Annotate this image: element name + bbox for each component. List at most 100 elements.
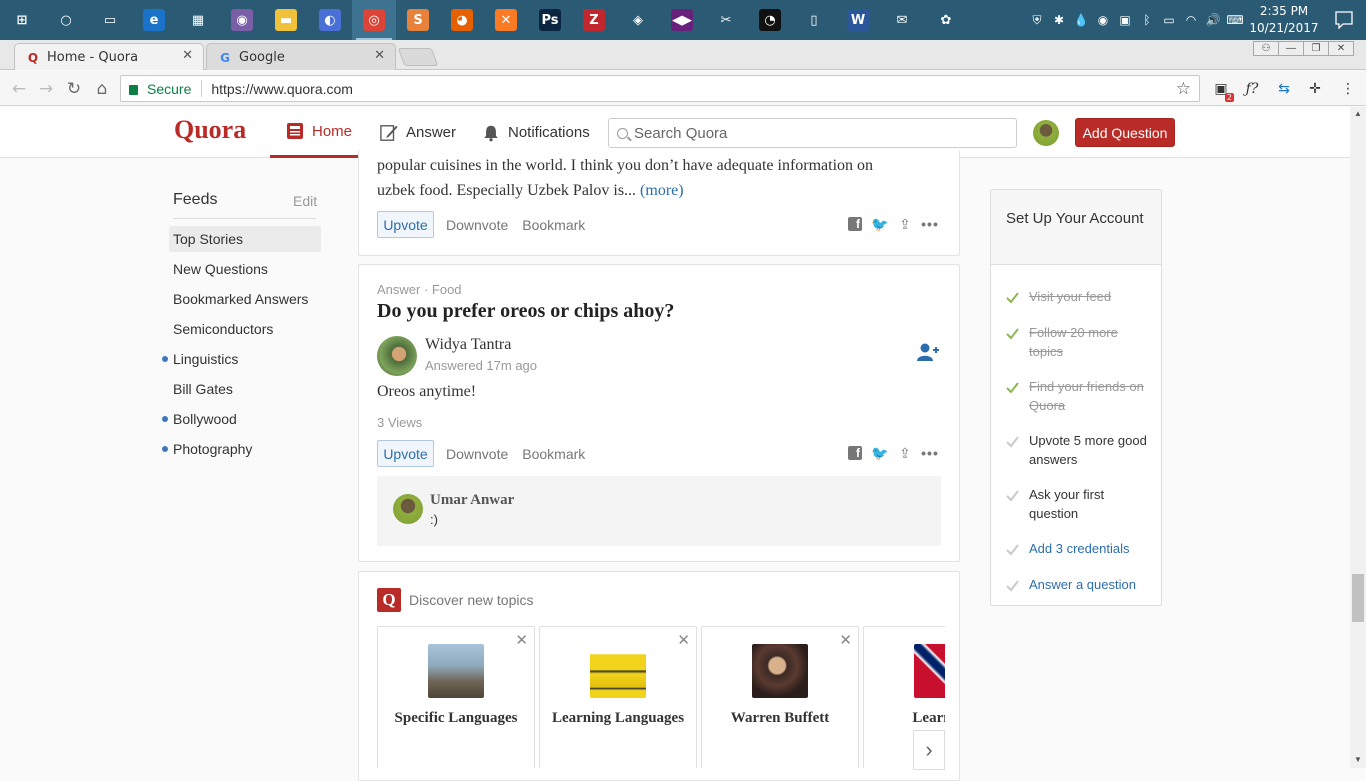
profile-icon[interactable]: ⚇ <box>1253 41 1279 56</box>
bookmark-button[interactable]: Bookmark <box>522 217 585 233</box>
tor-tray-icon[interactable]: ◉ <box>1092 0 1114 40</box>
add-question-button[interactable]: Add Question <box>1075 118 1175 147</box>
sidebar-feed-item[interactable]: Photography <box>162 436 321 462</box>
chrome-icon[interactable]: ◎ <box>352 0 396 40</box>
sidebar-feed-item[interactable]: Bollywood <box>162 406 321 432</box>
topic-card[interactable]: ✕ Warren Buffett <box>701 626 859 768</box>
move-extension-icon[interactable]: ✛ <box>1305 79 1325 99</box>
facebook-share-icon[interactable]: f <box>846 215 864 233</box>
secure-indicator[interactable]: Secure <box>121 80 203 97</box>
bookmark-button[interactable]: Bookmark <box>522 446 585 462</box>
layers-icon[interactable]: ◈ <box>616 0 660 40</box>
sidebar-feed-item[interactable]: Bill Gates <box>169 376 321 402</box>
sidebar-feed-item[interactable]: Bookmarked Answers <box>169 286 321 312</box>
setup-task-label[interactable]: Answer a question <box>1029 575 1154 594</box>
sidebar-feed-item[interactable]: Semiconductors <box>169 316 321 342</box>
system-clock[interactable]: 2:35 PM 10/21/2017 <box>1246 3 1322 37</box>
nav-home[interactable]: Home <box>270 107 363 158</box>
word-icon[interactable]: W <box>836 0 880 40</box>
upvote-button[interactable]: Upvote <box>377 440 434 467</box>
action-center-icon[interactable] <box>1322 0 1366 40</box>
xampp-icon[interactable]: ✕ <box>484 0 528 40</box>
speedometer-icon[interactable]: ◔ <box>748 0 792 40</box>
upvote-button[interactable]: Upvote <box>377 211 434 238</box>
scrollbar-thumb[interactable] <box>1352 574 1364 622</box>
tab-google[interactable]: G Google ✕ <box>206 43 396 70</box>
answer-timestamp[interactable]: Answered 17m ago <box>425 358 537 373</box>
bluetooth-tray-icon[interactable]: ᛒ <box>1136 0 1158 40</box>
reload-icon[interactable]: ↻ <box>63 78 85 100</box>
home-icon[interactable]: ⌂ <box>91 78 113 100</box>
commenter-name[interactable]: Umar Anwar <box>430 492 514 509</box>
task-view-icon[interactable]: ▭ <box>88 0 132 40</box>
dismiss-topic-icon[interactable]: ✕ <box>677 631 690 649</box>
windows-start-icon[interactable]: ⊞ <box>0 0 44 40</box>
back-icon[interactable]: ← <box>8 78 30 100</box>
sync-extension-icon[interactable]: ⇆ <box>1274 79 1294 99</box>
commenter-avatar[interactable] <box>393 494 423 524</box>
wifi-tray-icon[interactable]: ◠ <box>1180 0 1202 40</box>
restore-button[interactable]: ❐ <box>1303 41 1329 56</box>
cortana-icon[interactable]: ○ <box>44 0 88 40</box>
scroll-down-icon[interactable]: ▼ <box>1354 755 1362 764</box>
network-tray-icon[interactable]: ✱ <box>1048 0 1070 40</box>
topic-name[interactable]: Learning <box>864 710 945 727</box>
address-bar[interactable]: Secure https://www.quora.com ☆ <box>120 75 1200 102</box>
question-title[interactable]: Do you prefer oreos or chips ahoy? <box>377 300 674 323</box>
topic-name[interactable]: Warren Buffett <box>702 710 858 727</box>
forward-icon[interactable]: → <box>35 78 57 100</box>
share-icon[interactable]: ⇪ <box>896 444 914 462</box>
minimize-button[interactable]: — <box>1278 41 1304 56</box>
twitter-share-icon[interactable]: 🐦 <box>871 215 889 233</box>
topic-card[interactable]: ✕ Learning Languages <box>539 626 697 768</box>
setup-task-label[interactable]: Add 3 credentials <box>1029 539 1154 558</box>
scroll-up-icon[interactable]: ▲ <box>1354 109 1362 118</box>
close-tab-icon[interactable]: ✕ <box>374 48 385 63</box>
more-options-icon[interactable]: ••• <box>921 444 939 462</box>
volume-tray-icon[interactable]: 🔊 <box>1202 0 1224 40</box>
more-link[interactable]: (more) <box>640 182 684 199</box>
share-icon[interactable]: ⇪ <box>896 215 914 233</box>
new-tab-button[interactable] <box>397 48 439 66</box>
visual-studio-icon[interactable]: ◀▶ <box>660 0 704 40</box>
downvote-button[interactable]: Downvote <box>446 217 508 233</box>
topic-name[interactable]: Learning Languages <box>540 710 696 727</box>
store-icon[interactable]: ▦ <box>176 0 220 40</box>
search-input[interactable] <box>634 124 994 142</box>
document-icon[interactable]: ▯ <box>792 0 836 40</box>
author-avatar[interactable] <box>377 336 417 376</box>
user-avatar[interactable] <box>1033 120 1059 146</box>
chrome-menu-icon[interactable]: ⋮ <box>1338 79 1358 99</box>
edge-icon[interactable]: e <box>132 0 176 40</box>
topic-image[interactable] <box>590 644 646 698</box>
vpn-icon[interactable]: ◐ <box>308 0 352 40</box>
firefox-icon[interactable]: ◕ <box>440 0 484 40</box>
dismiss-topic-icon[interactable]: ✕ <box>839 631 852 649</box>
mail-icon[interactable]: ✉ <box>880 0 924 40</box>
topic-name[interactable]: Specific Languages <box>378 710 534 727</box>
topic-image[interactable] <box>752 644 808 698</box>
search-box[interactable] <box>608 118 1017 148</box>
page-scrollbar[interactable]: ▲ ▼ <box>1350 107 1366 768</box>
url-text[interactable]: https://www.quora.com <box>202 81 353 97</box>
sidebar-feed-item[interactable]: Linguistics <box>162 346 321 372</box>
sidebar-feed-item[interactable]: Top Stories <box>169 226 321 252</box>
tor-browser-icon[interactable]: ◉ <box>220 0 264 40</box>
author-name[interactable]: Widya Tantra <box>425 336 511 354</box>
downvote-button[interactable]: Downvote <box>446 446 508 462</box>
close-tab-icon[interactable]: ✕ <box>182 48 193 63</box>
tools-icon[interactable]: ✂ <box>704 0 748 40</box>
follow-user-icon[interactable] <box>917 342 939 362</box>
photoshop-icon[interactable]: Ps <box>528 0 572 40</box>
topic-image[interactable] <box>914 644 945 698</box>
monitor-tray-icon[interactable]: ▣ <box>1114 0 1136 40</box>
facebook-share-icon[interactable]: f <box>846 444 864 462</box>
feeds-edit-link[interactable]: Edit <box>293 193 317 209</box>
bookmark-star-icon[interactable]: ☆ <box>1176 79 1191 99</box>
paint-icon[interactable]: ✿ <box>924 0 968 40</box>
sidebar-feed-item[interactable]: New Questions <box>169 256 321 282</box>
filezilla-icon[interactable]: Z <box>572 0 616 40</box>
shield-tray-icon[interactable]: ⛨ <box>1026 0 1048 40</box>
file-explorer-icon[interactable]: ▬ <box>264 0 308 40</box>
quora-logo[interactable]: Quora <box>174 115 246 145</box>
